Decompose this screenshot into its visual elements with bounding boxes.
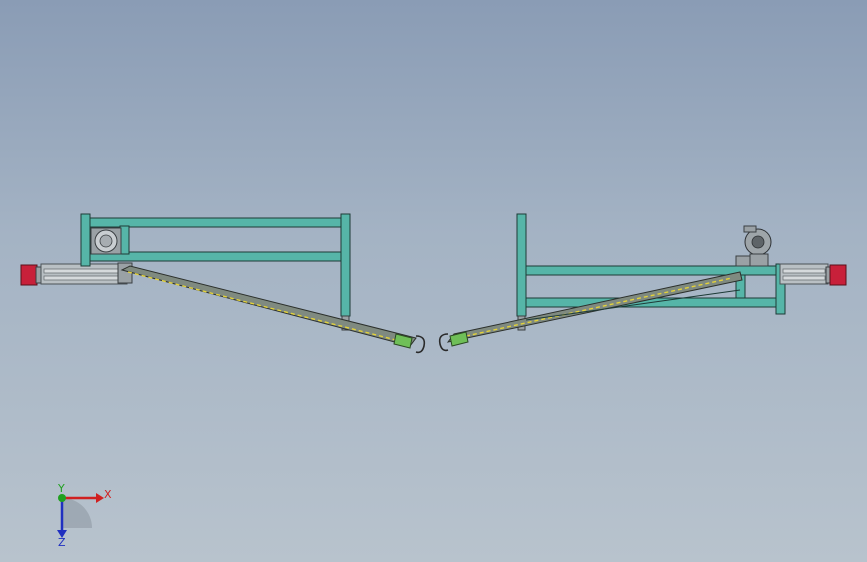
model-canvas[interactable]: X Y Z (0, 0, 867, 562)
right-strut-clamp (449, 331, 469, 347)
right-inner-post (516, 213, 527, 317)
left-outer-post (340, 213, 351, 317)
orientation-triad[interactable]: X Y Z (57, 482, 112, 549)
right-arm-assembly[interactable] (438, 213, 847, 352)
left-motor-hub (99, 234, 113, 248)
left-inner-post (80, 213, 91, 267)
right-rail (779, 263, 829, 285)
right-end-cap (829, 264, 847, 286)
left-end-cap (20, 264, 38, 286)
left-hook-icon (415, 335, 426, 354)
right-motor-mount (735, 255, 751, 267)
x-axis-label: X (104, 488, 112, 501)
cad-viewport[interactable]: X Y Z (0, 0, 867, 562)
right-motor-cap (743, 225, 757, 233)
right-motor-hub (751, 235, 765, 249)
left-rail-slot-lower (43, 275, 125, 281)
y-axis-point (58, 494, 66, 502)
right-hook-icon (438, 333, 449, 352)
left-rail-slot (43, 268, 125, 274)
left-arm-assembly[interactable] (20, 213, 426, 354)
right-rail-slot-lower (782, 275, 826, 281)
left-rail (40, 263, 128, 285)
x-axis-arrowhead (96, 493, 104, 503)
y-axis-label: Y (57, 482, 65, 495)
right-gearbox (749, 253, 769, 267)
z-axis-label: Z (58, 536, 66, 549)
right-rail-slot (782, 268, 826, 274)
triad-plane-shadow (62, 498, 92, 528)
left-diagonal-strut (120, 265, 417, 347)
